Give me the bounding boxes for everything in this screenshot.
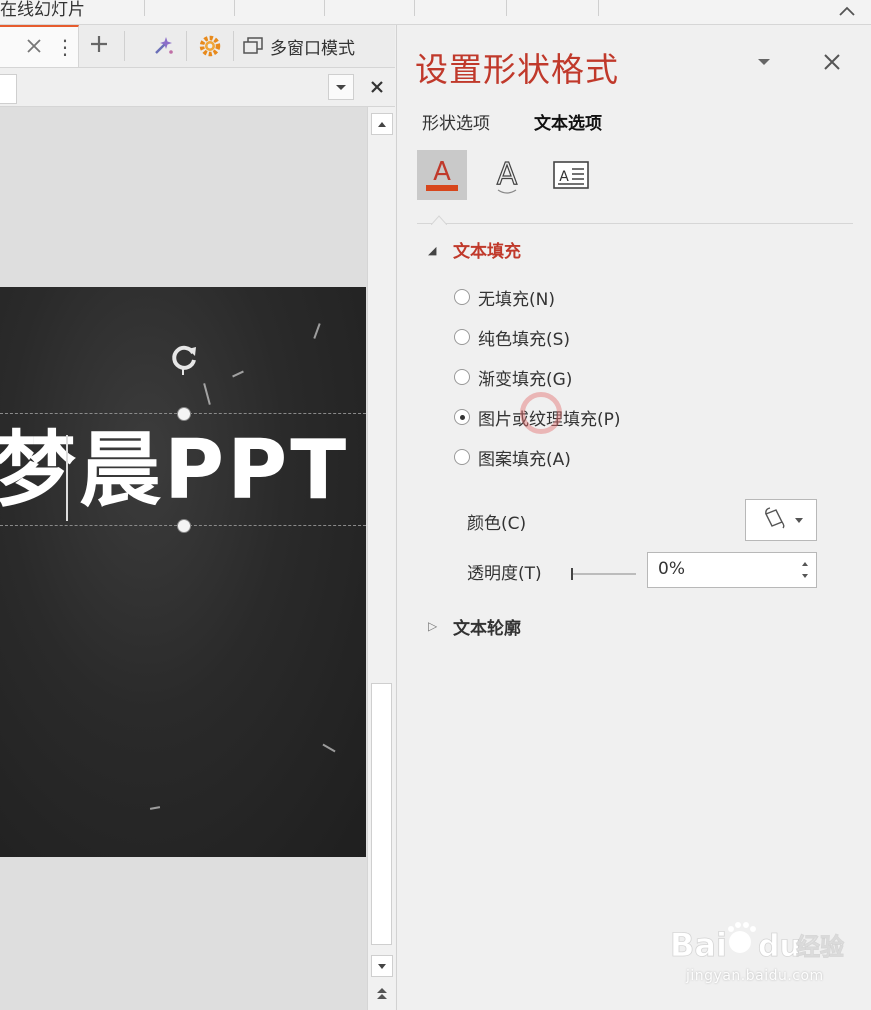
ribbon-separator [324, 0, 325, 16]
chalk-mark [149, 806, 161, 810]
text-box-icon: A [553, 161, 589, 189]
scroll-down-button[interactable] [371, 955, 393, 977]
radio-button[interactable] [454, 329, 470, 345]
text-fill-outline-tab[interactable]: A [417, 150, 467, 200]
svg-text:A: A [497, 157, 518, 192]
caret-down-icon [336, 85, 346, 90]
watermark: Bai du 经验 jingyan.baidu.com [668, 920, 858, 995]
text-effects-tab[interactable]: A [483, 150, 533, 200]
expanded-triangle-icon[interactable]: ◢ [428, 244, 436, 257]
ribbon-separator [414, 0, 415, 16]
color-picker-button[interactable] [745, 499, 817, 541]
toolbar-separator [124, 31, 125, 61]
ribbon-separator [144, 0, 145, 16]
radio-no-fill[interactable]: 无填充(N) [454, 284, 555, 310]
file-dropdown-button[interactable] [328, 74, 354, 100]
text-fill-icon: A [426, 157, 458, 191]
ribbon-strip: 在线幻灯片 [0, 0, 871, 25]
ribbon-title[interactable]: 在线幻灯片 [0, 0, 85, 20]
radio-solid-fill[interactable]: 纯色填充(S) [454, 324, 570, 350]
svg-text:A: A [559, 169, 569, 185]
click-indicator [520, 392, 562, 434]
toolbar-separator [186, 31, 187, 61]
chalk-mark [232, 370, 244, 378]
file-row [0, 68, 395, 107]
ribbon-separator [598, 0, 599, 16]
baidu-paw-logo-icon: Bai du 经验 [670, 922, 844, 964]
svg-text:经验: 经验 [796, 933, 844, 961]
radio-gradient-fill[interactable]: 渐变填充(G) [454, 364, 572, 390]
tab-shape-options[interactable]: 形状选项 [422, 109, 490, 134]
pane-title: 设置形状格式 [415, 50, 619, 89]
rotate-handle-icon[interactable] [166, 339, 202, 375]
resize-handle-top[interactable] [177, 407, 191, 421]
spinner-icon[interactable] [798, 556, 812, 584]
plus-icon[interactable] [88, 33, 110, 55]
transparency-value: 0% [658, 559, 685, 579]
section-text-fill[interactable]: 文本填充 [453, 237, 521, 262]
file-name-field[interactable] [0, 74, 17, 104]
multi-window-mode-label: 多窗口模式 [270, 38, 355, 59]
radio-label: 无填充(N) [478, 289, 555, 310]
scroll-thumb[interactable] [371, 683, 392, 945]
tabs-divider [417, 223, 853, 224]
transparency-label: 透明度(T) [467, 564, 542, 584]
previous-slide-icon[interactable] [371, 983, 393, 1003]
collapse-ribbon-icon[interactable] [836, 2, 858, 20]
svg-text:A: A [433, 157, 451, 187]
close-file-icon[interactable] [364, 74, 390, 100]
selected-tab-pointer-icon [431, 215, 447, 225]
magic-wand-icon[interactable] [150, 33, 176, 59]
ribbon-separator [234, 0, 235, 16]
collapsed-triangle-icon[interactable]: ▷ [428, 619, 437, 633]
radio-label: 图案填充(A) [478, 449, 571, 470]
radio-button[interactable] [454, 369, 470, 385]
ribbon-separator [506, 0, 507, 16]
windows-icon [243, 37, 263, 54]
svg-text:Bai: Bai [670, 926, 727, 964]
gear-icon[interactable] [197, 33, 223, 59]
format-shape-pane: 设置形状格式 形状选项 文本选项 A A A ◢ 文本填充 无填充(N) 纯色填… [396, 25, 871, 1010]
radio-button-selected[interactable] [454, 409, 470, 425]
paint-bucket-icon [765, 507, 803, 529]
watermark-url: jingyan.baidu.com [686, 968, 824, 984]
close-icon[interactable] [24, 36, 44, 56]
slide-title-text[interactable]: 梦晨PPT [0, 423, 349, 519]
text-box-tab[interactable]: A [547, 150, 597, 200]
radio-pattern-fill[interactable]: 图案填充(A) [454, 444, 571, 470]
radio-label: 纯色填充(S) [478, 329, 571, 350]
radio-button[interactable] [454, 289, 470, 305]
chalk-mark [203, 383, 211, 405]
radio-button[interactable] [454, 449, 470, 465]
chalk-mark [322, 743, 336, 753]
tab-text-options[interactable]: 文本选项 [534, 109, 602, 134]
document-tab-bar: ⋮ 多窗口模式 [0, 25, 395, 68]
toolbar-separator [233, 31, 234, 61]
pane-options-caret-icon[interactable] [753, 53, 775, 71]
more-vertical-icon[interactable]: ⋮ [55, 35, 75, 59]
svg-text:du: du [758, 929, 801, 964]
transparency-slider[interactable] [570, 568, 636, 580]
scroll-up-button[interactable] [371, 113, 393, 135]
transparency-input[interactable]: 0% [647, 552, 817, 588]
document-tab[interactable]: ⋮ [0, 25, 79, 67]
resize-handle-bottom[interactable] [177, 519, 191, 533]
vertical-scrollbar[interactable] [367, 107, 395, 1010]
slide-editing-area[interactable]: 梦晨PPT [0, 107, 367, 1010]
radio-label: 渐变填充(G) [478, 369, 573, 390]
caret-up-icon [378, 122, 386, 127]
close-pane-icon[interactable] [819, 49, 845, 75]
section-text-outline[interactable]: 文本轮廓 [453, 614, 521, 639]
caret-down-icon [378, 964, 386, 969]
color-label: 颜色(C) [467, 514, 527, 534]
chalk-mark [313, 323, 321, 339]
slide[interactable]: 梦晨PPT [0, 287, 366, 857]
multi-window-mode-button[interactable]: 多窗口模式 [242, 32, 355, 60]
text-effects-icon: A [496, 156, 518, 194]
text-cursor [66, 435, 68, 521]
